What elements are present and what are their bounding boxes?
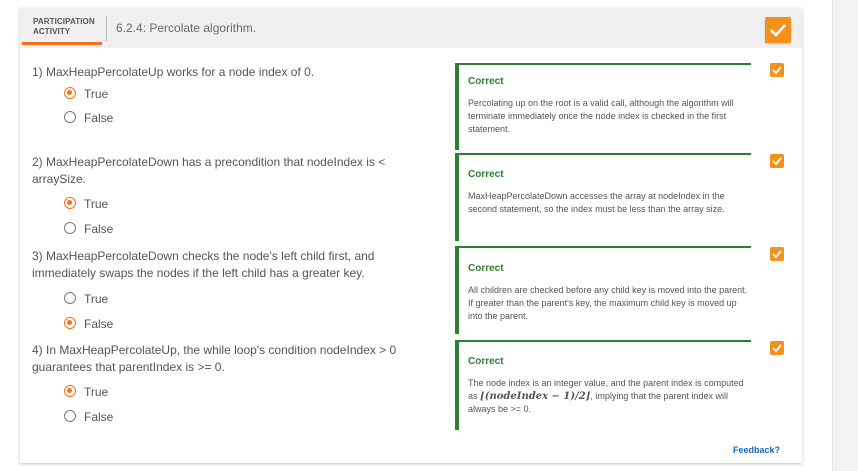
question-text: 2) MaxHeapPercolateDown has a preconditi… bbox=[32, 155, 386, 186]
activity-title: 6.2.4: Percolate algorithm. bbox=[116, 21, 257, 35]
feedback-2: Correct MaxHeapPercolateDown accesses th… bbox=[455, 153, 751, 241]
question-text: 4) In MaxHeapPercolateUp, the while loop… bbox=[32, 343, 397, 374]
option-label: True bbox=[84, 197, 109, 211]
feedback-1: Correct Percolating up on the root is a … bbox=[455, 63, 751, 150]
option-label: False bbox=[84, 111, 114, 125]
question-text: 3) MaxHeapPercolateDown checks the node'… bbox=[32, 249, 375, 280]
activity-type-label: PARTICIPATION ACTIVITY bbox=[22, 10, 102, 45]
option-label: False bbox=[84, 317, 114, 331]
option-label: True bbox=[84, 292, 109, 306]
feedback-body: Percolating up on the root is a valid ca… bbox=[468, 98, 734, 134]
participation-activity: PARTICIPATION ACTIVITY 6.2.4: Percolate … bbox=[20, 8, 802, 463]
option-label: False bbox=[84, 222, 114, 236]
feedback-top-line bbox=[459, 246, 751, 248]
feedback-link[interactable]: Feedback? bbox=[733, 445, 780, 455]
radio-true[interactable] bbox=[64, 87, 76, 99]
feedback-title: Correct bbox=[468, 76, 504, 87]
question-1: 1) MaxHeapPercolateUp works for a node i… bbox=[32, 64, 452, 134]
label-line-1: PARTICIPATION bbox=[33, 17, 95, 26]
label-line-2: ACTIVITY bbox=[33, 27, 71, 36]
radio-true[interactable] bbox=[64, 197, 76, 209]
feedback-title: Correct bbox=[468, 356, 504, 367]
activity-header: PARTICIPATION ACTIVITY 6.2.4: Percolate … bbox=[20, 8, 802, 48]
radio-false[interactable] bbox=[64, 111, 76, 123]
question-3-check-icon bbox=[770, 247, 784, 261]
question-3: 3) MaxHeapPercolateDown checks the node'… bbox=[32, 248, 452, 331]
feedback-body: The node index is an integer value, and … bbox=[468, 377, 748, 416]
radio-false[interactable] bbox=[64, 222, 76, 234]
completion-check-icon bbox=[765, 17, 791, 43]
question-4-check-icon bbox=[770, 341, 784, 355]
header-divider bbox=[106, 16, 107, 41]
feedback-3: Correct All children are checked before … bbox=[455, 246, 751, 334]
option-label: True bbox=[84, 385, 109, 399]
feedback-top-line bbox=[459, 63, 751, 65]
radio-false[interactable] bbox=[64, 317, 76, 329]
feedback-4: Correct The node index is an integer val… bbox=[455, 340, 751, 430]
floor-formula: ⌊(nodeIndex − 1)/2⌋ bbox=[480, 391, 591, 402]
feedback-top-line bbox=[459, 153, 751, 155]
option-label: False bbox=[84, 410, 114, 424]
feedback-body: MaxHeapPercolateDown accesses the array … bbox=[468, 191, 725, 214]
page-scrollbar[interactable] bbox=[832, 0, 858, 471]
radio-true[interactable] bbox=[64, 292, 76, 304]
feedback-title: Correct bbox=[468, 169, 504, 180]
question-text: 1) MaxHeapPercolateUp works for a node i… bbox=[32, 65, 315, 79]
radio-true[interactable] bbox=[64, 385, 76, 397]
feedback-body: All children are checked before any chil… bbox=[468, 285, 748, 321]
question-2-check-icon bbox=[770, 154, 784, 168]
feedback-title: Correct bbox=[468, 263, 504, 274]
option-label: True bbox=[84, 87, 109, 101]
feedback-top-line bbox=[459, 340, 751, 342]
question-2: 2) MaxHeapPercolateDown has a preconditi… bbox=[32, 154, 452, 236]
question-1-check-icon bbox=[770, 63, 784, 77]
radio-false[interactable] bbox=[64, 410, 76, 422]
question-4: 4) In MaxHeapPercolateUp, the while loop… bbox=[32, 342, 452, 424]
